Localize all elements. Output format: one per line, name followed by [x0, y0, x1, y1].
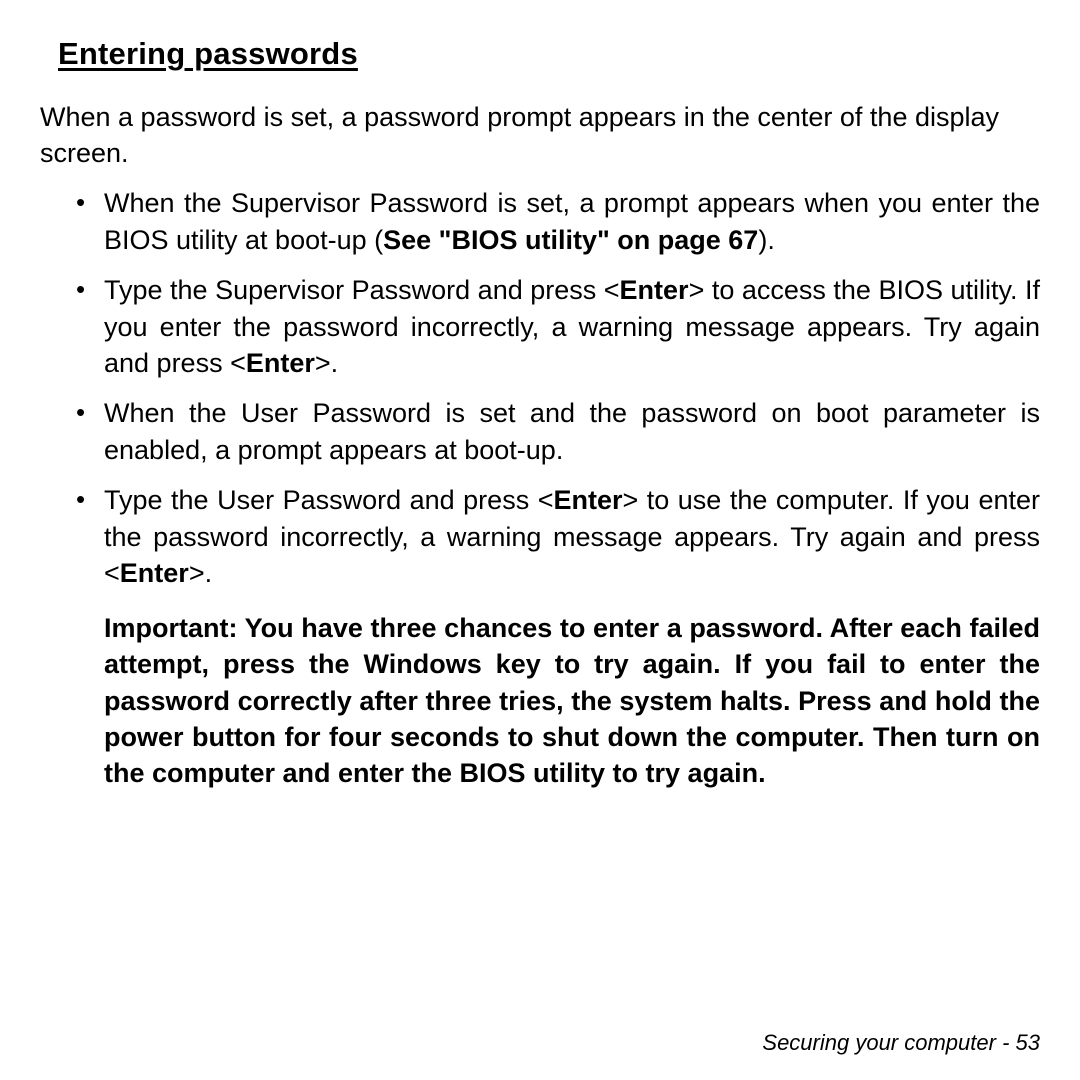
document-page: Entering passwords When a password is se…: [0, 0, 1080, 1080]
bold-text: See "BIOS utility" on page 67: [383, 225, 758, 255]
list-item: When the Supervisor Password is set, a p…: [104, 185, 1040, 258]
page-footer: Securing your computer - 53: [762, 1030, 1040, 1056]
bold-text: Enter: [620, 275, 689, 305]
footer-separator: -: [996, 1030, 1016, 1055]
text: When the User Password is set and the pa…: [104, 398, 1040, 464]
bold-text: Enter: [553, 485, 622, 515]
intro-paragraph: When a password is set, a password promp…: [40, 100, 1040, 171]
section-heading: Entering passwords: [40, 36, 1040, 78]
text: >.: [315, 348, 338, 378]
bold-text: Enter: [120, 558, 189, 588]
list-item: Type the User Password and press <Enter>…: [104, 482, 1040, 591]
important-note: Important: You have three chances to ent…: [104, 610, 1040, 792]
footer-section-title: Securing your computer: [762, 1030, 996, 1055]
bold-text: Enter: [246, 348, 315, 378]
footer-page-number: 53: [1016, 1030, 1040, 1055]
bullet-list: When the Supervisor Password is set, a p…: [40, 185, 1040, 591]
list-item: Type the Supervisor Password and press <…: [104, 272, 1040, 381]
text: Type the User Password and press <: [104, 485, 553, 515]
text: Type the Supervisor Password and press <: [104, 275, 620, 305]
list-item: When the User Password is set and the pa…: [104, 395, 1040, 468]
text: >.: [189, 558, 212, 588]
text: ).: [758, 225, 775, 255]
